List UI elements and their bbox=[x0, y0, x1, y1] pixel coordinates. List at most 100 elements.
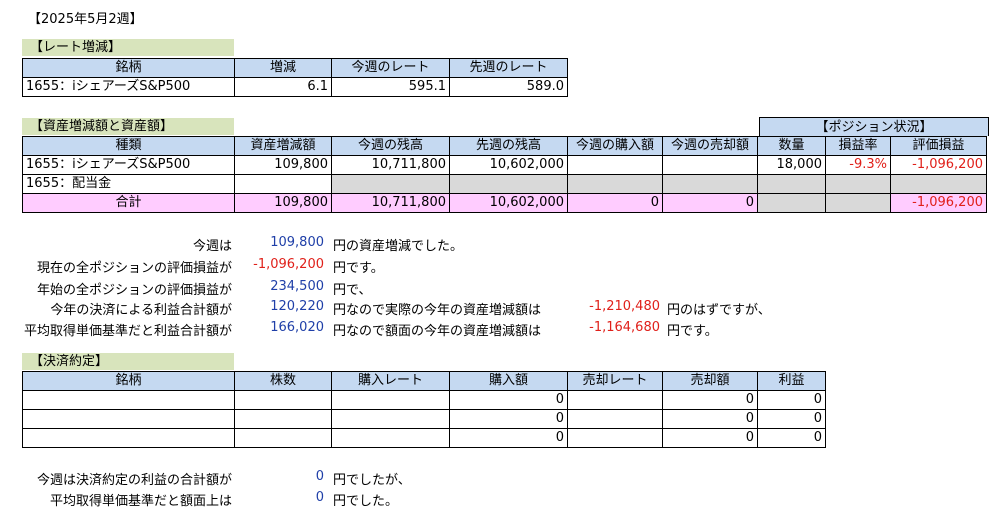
cell-sell-amount[interactable]: 0 bbox=[662, 390, 758, 410]
footer-label: 平均取得単価基準だと額面上は bbox=[49, 494, 232, 509]
cell-total-buy-amount[interactable]: 0 bbox=[567, 193, 663, 213]
cell-sell-amount[interactable]: 0 bbox=[662, 409, 758, 429]
col-header-change: 増減 bbox=[234, 58, 332, 78]
cell-buy-amount[interactable]: 0 bbox=[449, 428, 568, 448]
cell-buy-amount[interactable]: 0 bbox=[449, 409, 568, 429]
cell-profit[interactable]: 0 bbox=[757, 409, 826, 429]
table-row: 1655：配当金 bbox=[22, 174, 987, 194]
col-header-name: 銘柄 bbox=[22, 371, 235, 391]
cell-this-balance[interactable]: 10,711,800 bbox=[331, 155, 450, 175]
cell-name[interactable] bbox=[22, 390, 235, 410]
position-status-title: 【ポジション状況】 bbox=[759, 117, 989, 136]
col-header-profit: 利益 bbox=[757, 371, 826, 391]
col-header-sell-amount: 今週の売却額 bbox=[662, 136, 758, 156]
cell-sell-amount[interactable] bbox=[662, 174, 758, 194]
cell-sell-amount[interactable] bbox=[662, 155, 758, 175]
cell-buy-amount[interactable] bbox=[567, 155, 663, 175]
cell-pl-rate[interactable]: -9.3% bbox=[825, 155, 891, 175]
summary-label: 今年の決済による利益合計額が bbox=[50, 303, 232, 318]
summary-value: 120,220 bbox=[270, 299, 324, 314]
cell-this-week-rate[interactable]: 595.1 bbox=[331, 77, 450, 97]
cell-buy-amount[interactable]: 0 bbox=[449, 390, 568, 410]
summary-suffix: 円です。 bbox=[667, 324, 718, 339]
cell-buy-rate[interactable] bbox=[331, 428, 450, 448]
summary-suffix: 円で、 bbox=[333, 283, 372, 298]
cell-shares[interactable] bbox=[234, 409, 332, 429]
cell-shares[interactable] bbox=[234, 428, 332, 448]
cell-name[interactable]: 1655：iシェアーズS&P500 bbox=[22, 77, 235, 97]
summary-suffix: 円のはずですが、 bbox=[667, 303, 771, 318]
cell-total-asset-change[interactable]: 109,800 bbox=[234, 193, 332, 213]
summary-label: 今週は bbox=[192, 239, 232, 254]
cell-name[interactable] bbox=[22, 428, 235, 448]
assets-section-title: 【資産増減額と資産額】 bbox=[22, 118, 234, 135]
cell-total-unrealized-pl[interactable]: -1,096,200 bbox=[890, 193, 987, 213]
cell-unrealized-pl[interactable]: -1,096,200 bbox=[890, 155, 987, 175]
summary-suffix: 円の資産増減でした。 bbox=[333, 239, 464, 254]
cell-last-week-rate[interactable]: 589.0 bbox=[449, 77, 568, 97]
col-header-sell-amount: 売却額 bbox=[662, 371, 758, 391]
col-header-shares: 株数 bbox=[234, 371, 332, 391]
cell-type[interactable]: 1655：iシェアーズS&P500 bbox=[22, 155, 235, 175]
cell-buy-rate[interactable] bbox=[331, 390, 450, 410]
summary-value-2: -1,210,480 bbox=[589, 299, 660, 314]
col-header-last-balance: 先週の残高 bbox=[449, 136, 568, 156]
cell-shares[interactable] bbox=[234, 390, 332, 410]
col-header-buy-amount: 購入額 bbox=[449, 371, 568, 391]
cell-pl-rate[interactable] bbox=[825, 174, 891, 194]
col-header-this-balance: 今週の残高 bbox=[331, 136, 450, 156]
total-row: 合計 109,800 10,711,800 10,602,000 0 0 -1,… bbox=[22, 193, 987, 213]
cell-total-last-balance[interactable]: 10,602,000 bbox=[449, 193, 568, 213]
col-header-unrealized-pl: 評価損益 bbox=[890, 136, 987, 156]
table-row: 1655：iシェアーズS&P500 109,800 10,711,800 10,… bbox=[22, 155, 987, 175]
cell-quantity[interactable]: 18,000 bbox=[757, 155, 826, 175]
cell-total-this-balance[interactable]: 10,711,800 bbox=[331, 193, 450, 213]
report-title: 【2025年5月2週】 bbox=[28, 12, 143, 27]
cell-last-balance[interactable]: 10,602,000 bbox=[449, 155, 568, 175]
footer-value: 0 bbox=[315, 469, 324, 484]
cell-total-label[interactable]: 合計 bbox=[22, 193, 235, 213]
summary-value: 234,500 bbox=[270, 279, 324, 294]
col-header-buy-rate: 購入レート bbox=[331, 371, 450, 391]
cell-type[interactable]: 1655：配当金 bbox=[22, 174, 235, 194]
cell-profit[interactable]: 0 bbox=[757, 390, 826, 410]
cell-sell-rate[interactable] bbox=[567, 409, 663, 429]
summary-value: -1,096,200 bbox=[253, 257, 324, 272]
table-row: 0 0 0 bbox=[22, 390, 826, 410]
cell-buy-amount[interactable] bbox=[567, 174, 663, 194]
col-header-buy-amount: 今週の購入額 bbox=[567, 136, 663, 156]
cell-asset-change[interactable] bbox=[234, 174, 332, 194]
cell-profit[interactable]: 0 bbox=[757, 428, 826, 448]
footer-value: 0 bbox=[315, 490, 324, 505]
summary-mid: 円なので額面の今年の資産増減額は bbox=[333, 324, 542, 339]
cell-total-sell-amount[interactable]: 0 bbox=[662, 193, 758, 213]
cell-this-balance[interactable] bbox=[331, 174, 450, 194]
summary-label: 年始の全ポジションの評価損益が bbox=[36, 283, 232, 298]
cell-asset-change[interactable]: 109,800 bbox=[234, 155, 332, 175]
col-header-name: 銘柄 bbox=[22, 58, 235, 78]
col-header-type: 種類 bbox=[22, 136, 235, 156]
cell-buy-rate[interactable] bbox=[331, 409, 450, 429]
summary-suffix: 円です。 bbox=[333, 261, 384, 276]
cell-sell-amount[interactable]: 0 bbox=[662, 428, 758, 448]
col-header-asset-change: 資産増減額 bbox=[234, 136, 332, 156]
cell-total-quantity[interactable] bbox=[757, 193, 826, 213]
cell-last-balance[interactable] bbox=[449, 174, 568, 194]
cell-sell-rate[interactable] bbox=[567, 428, 663, 448]
footer-suffix: 円でした。 bbox=[333, 494, 399, 509]
rate-table: 銘柄 増減 今週のレート 先週のレート 1655：iシェアーズS&P500 6.… bbox=[22, 58, 568, 97]
cell-change[interactable]: 6.1 bbox=[234, 77, 332, 97]
col-header-last-week-rate: 先週のレート bbox=[449, 58, 568, 78]
cell-unrealized-pl[interactable] bbox=[890, 174, 987, 194]
summary-value-2: -1,164,680 bbox=[589, 320, 660, 335]
settlement-table: 銘柄 株数 購入レート 購入額 売却レート 売却額 利益 0 0 0 0 0 0… bbox=[22, 371, 826, 448]
cell-name[interactable] bbox=[22, 409, 235, 429]
table-row: 0 0 0 bbox=[22, 409, 826, 429]
table-row: 0 0 0 bbox=[22, 428, 826, 448]
summary-value: 109,800 bbox=[270, 235, 324, 250]
table-row: 1655：iシェアーズS&P500 6.1 595.1 589.0 bbox=[22, 77, 568, 97]
cell-quantity[interactable] bbox=[757, 174, 826, 194]
cell-sell-rate[interactable] bbox=[567, 390, 663, 410]
summary-mid: 円なので実際の今年の資産増減額は bbox=[333, 303, 542, 318]
cell-total-pl-rate[interactable] bbox=[825, 193, 891, 213]
